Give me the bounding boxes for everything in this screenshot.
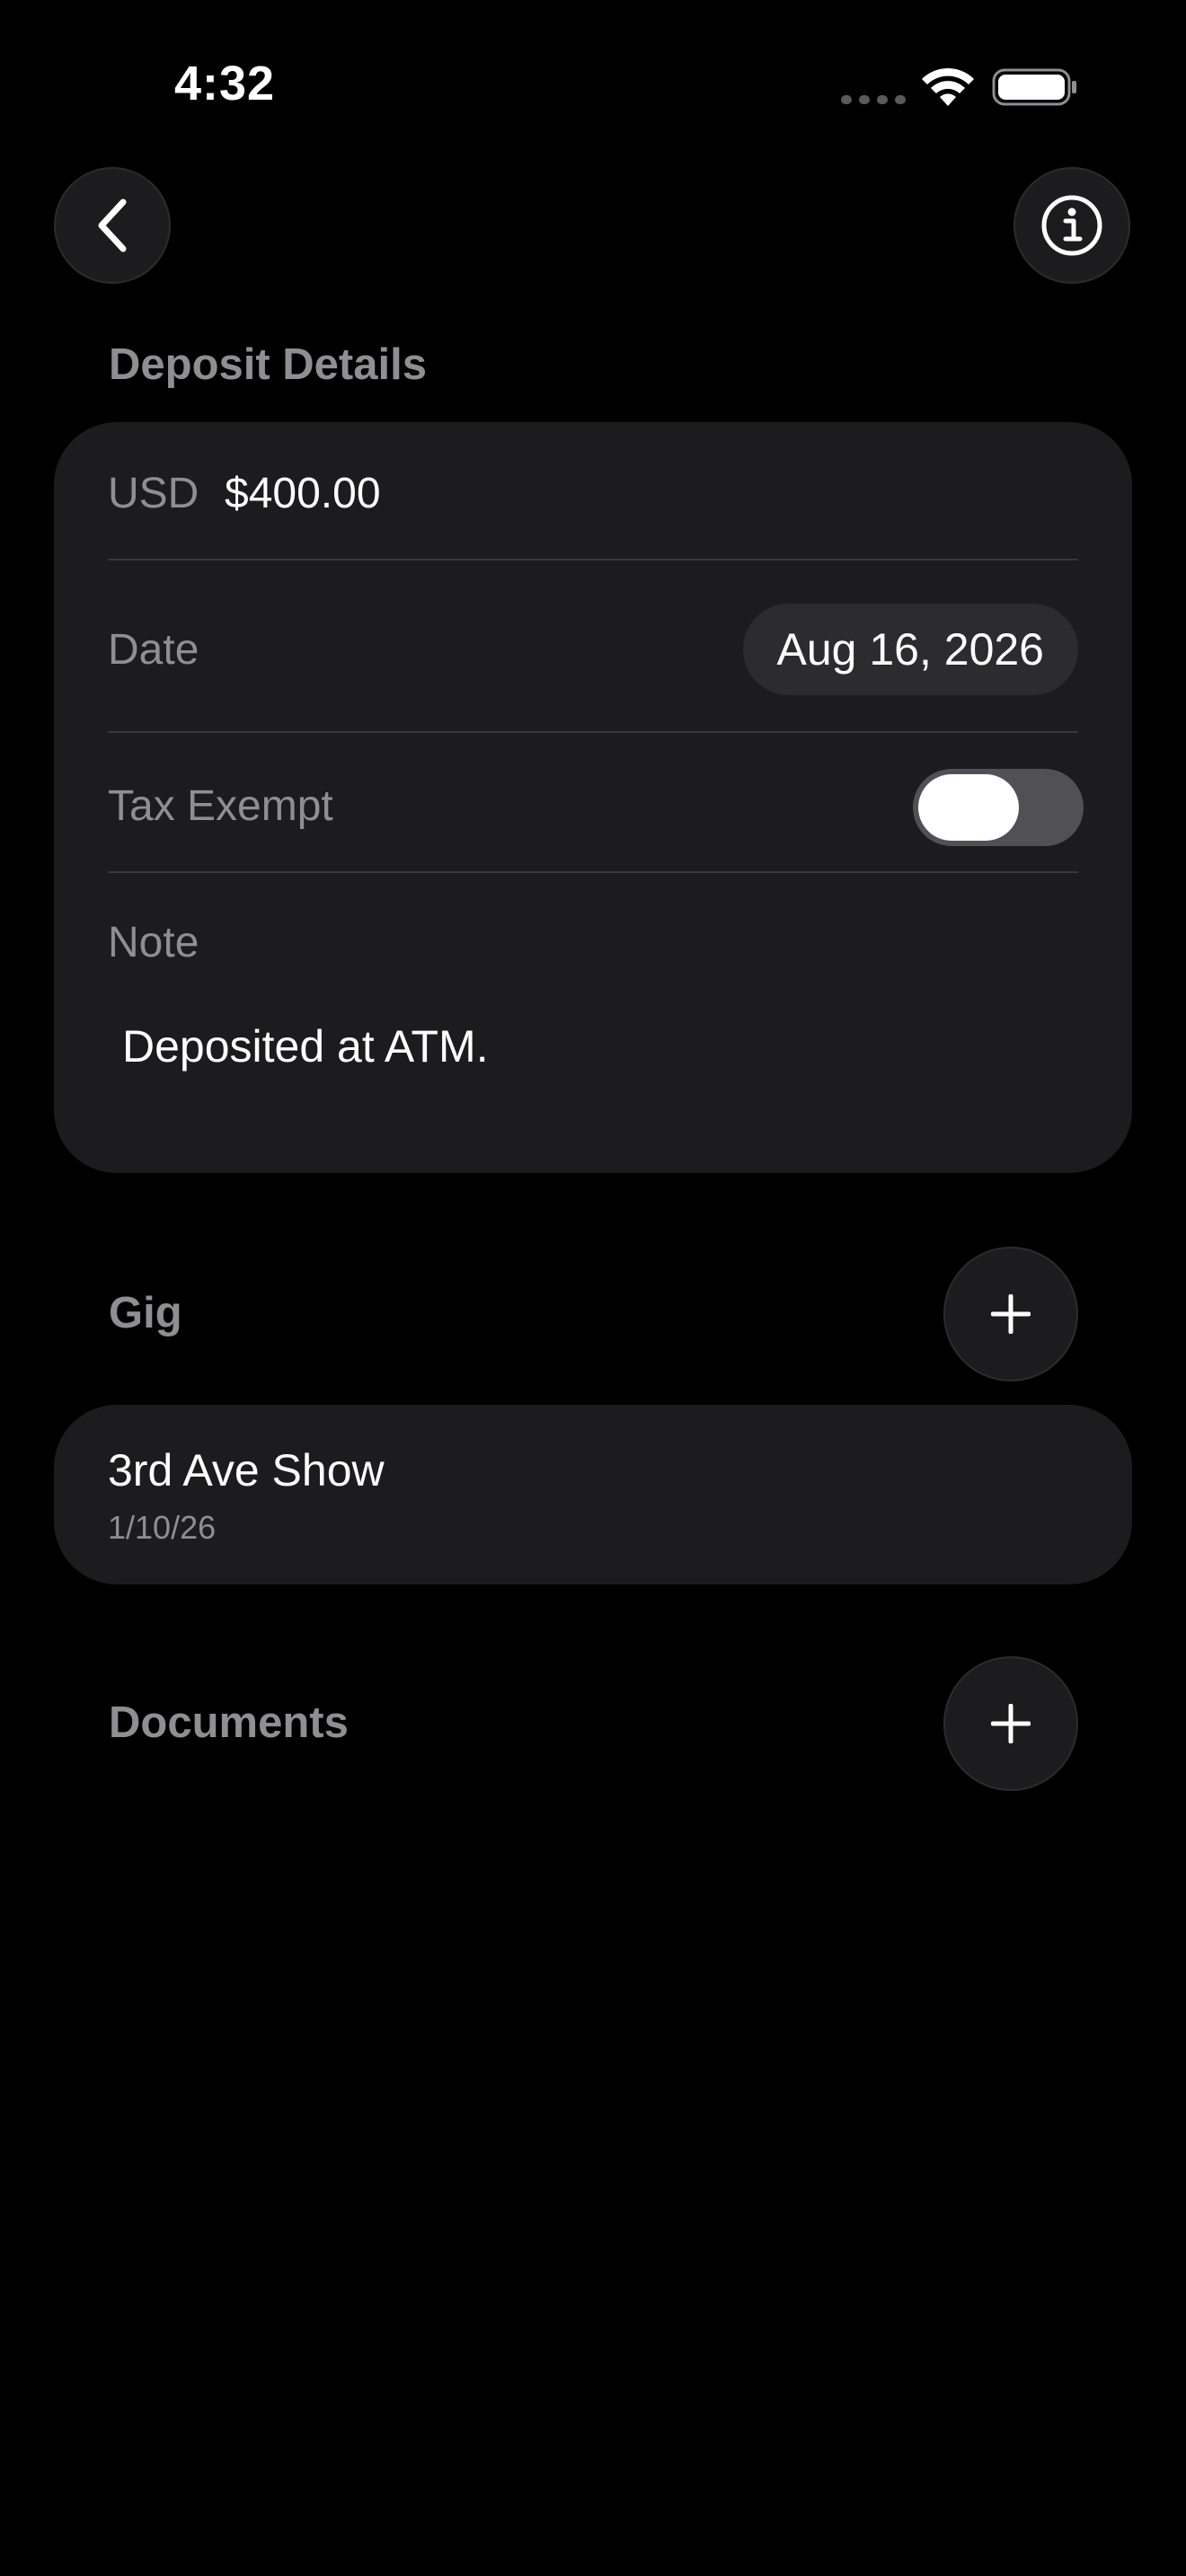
divider [108,559,1078,560]
plus-icon [991,1294,1031,1334]
gig-list-item[interactable]: 3rd Ave Show 1/10/26 [54,1405,1132,1584]
chevron-left-icon [98,198,127,252]
info-circle-icon [1041,195,1102,256]
documents-section-title: Documents [109,1698,349,1747]
date-picker-button[interactable]: Aug 16, 2026 [742,604,1078,695]
amount-input[interactable]: $400.00 [225,469,381,518]
divider [108,871,1078,873]
divider [108,731,1078,733]
currency-label: USD [108,470,199,517]
gig-section-title: Gig [109,1289,182,1337]
back-button[interactable] [54,167,171,284]
toggle-knob [918,774,1019,841]
tax-exempt-toggle[interactable] [913,769,1084,846]
add-gig-button[interactable] [943,1247,1078,1381]
note-label: Note [108,919,199,966]
tax-exempt-label: Tax Exempt [108,782,333,830]
gig-date: 1/10/26 [108,1509,217,1546]
status-time: 4:32 [174,57,276,110]
cellular-signal-icon [841,95,906,104]
plus-icon [991,1704,1031,1743]
battery-icon [992,68,1076,106]
date-label: Date [108,626,199,674]
gig-title: 3rd Ave Show [108,1445,385,1495]
deposit-details-card: USD $400.00 Date Aug 16, 2026 Tax Exempt… [54,422,1132,1173]
wifi-icon [922,67,974,106]
info-button[interactable] [1013,167,1130,284]
add-document-button[interactable] [943,1656,1078,1791]
note-input[interactable]: Deposited at ATM. [122,1020,489,1072]
deposit-details-title: Deposit Details [109,340,427,389]
